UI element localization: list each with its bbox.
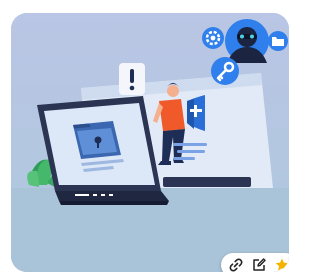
key-icon: [211, 57, 239, 85]
edit-icon: [253, 258, 266, 271]
image-card[interactable]: [11, 13, 289, 272]
desk-bar: [163, 177, 251, 187]
security-illustration: [11, 13, 289, 272]
star-icon: [275, 258, 289, 271]
alert-icon: [119, 63, 145, 95]
hacker-avatar: [225, 19, 269, 63]
lock-file-icon: [73, 121, 121, 159]
gear-icon: [202, 27, 224, 49]
copy-link-button[interactable]: [226, 255, 246, 272]
image-actions-toolbar: [221, 253, 289, 272]
edit-button[interactable]: [249, 255, 269, 272]
favorite-button[interactable]: [272, 255, 289, 272]
link-icon: [229, 258, 243, 272]
folder-icon: [268, 31, 288, 51]
